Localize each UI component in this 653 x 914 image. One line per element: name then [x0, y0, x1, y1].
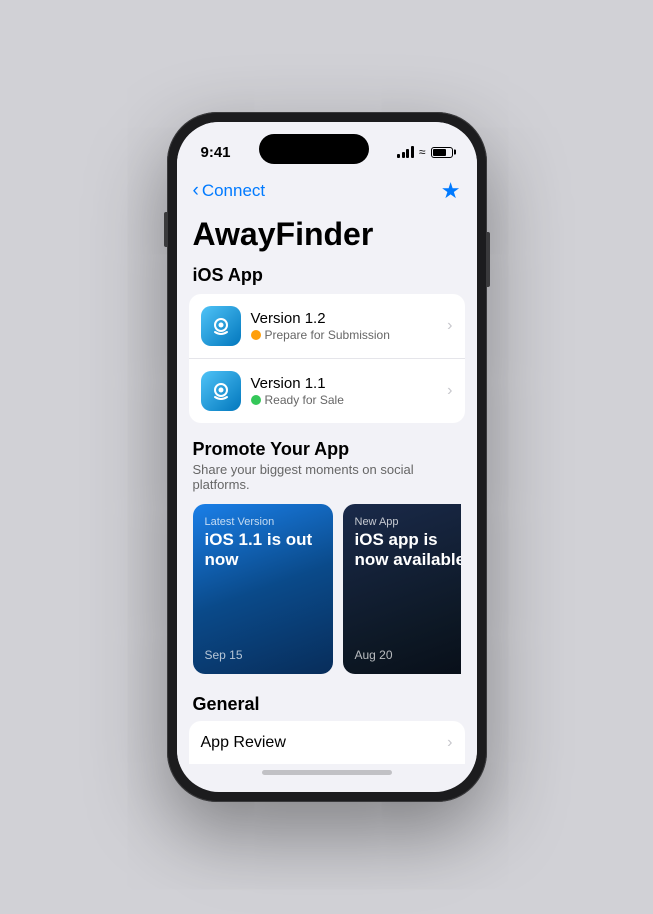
general-item-app-review[interactable]: App Review › [189, 721, 465, 764]
general-label: General [177, 686, 477, 721]
ios-section-label: iOS App [177, 261, 477, 294]
version-info-12: Version 1.2 Prepare for Submission [251, 310, 438, 342]
app-icon-11 [201, 371, 241, 411]
version-status-11: Ready for Sale [251, 393, 438, 407]
back-label: Connect [202, 181, 265, 201]
promote-card-new[interactable]: New App iOS app is now available Aug 20 [343, 504, 461, 674]
status-time: 9:41 [201, 144, 231, 161]
version-status-12: Prepare for Submission [251, 328, 438, 342]
status-bar: 9:41 ≈ [177, 122, 477, 174]
promote-subtitle: Share your biggest moments on social pla… [193, 462, 461, 492]
screen-content[interactable]: ‹ Connect ★ AwayFinder iOS App [177, 174, 477, 764]
version-status-text-12: Prepare for Submission [265, 328, 390, 342]
version-card-11[interactable]: Version 1.1 Ready for Sale › [189, 359, 465, 423]
version-cards: Version 1.2 Prepare for Submission › [189, 294, 465, 423]
general-item-label-app-review: App Review [201, 734, 448, 752]
signal-icon [397, 146, 414, 158]
chevron-right-review: › [447, 734, 452, 752]
version-name-12: Version 1.2 [251, 310, 438, 327]
wifi-icon: ≈ [419, 145, 426, 159]
promote-section: Promote Your App Share your biggest mome… [177, 439, 477, 686]
dynamic-island [259, 134, 369, 164]
promote-card-date-1: Sep 15 [205, 648, 321, 662]
phone-frame: 9:41 ≈ ‹ Connect [167, 112, 487, 802]
app-icon-12 [201, 306, 241, 346]
battery-icon [431, 147, 453, 158]
chevron-right-icon-2: › [447, 382, 452, 400]
status-icons: ≈ [397, 145, 452, 159]
app-title: AwayFinder [177, 212, 477, 261]
promote-cards: Latest Version iOS 1.1 is out now Sep 15… [193, 504, 461, 674]
general-items: App Review › App Information › Ratings a… [189, 721, 465, 764]
version-status-text-11: Ready for Sale [265, 393, 344, 407]
promote-card-date-2: Aug 20 [355, 648, 461, 662]
star-button[interactable]: ★ [441, 178, 461, 204]
promote-title: Promote Your App [193, 439, 461, 460]
promote-card-tag-2: New App [355, 516, 461, 528]
promote-card-title-2: iOS app is now available [355, 530, 461, 571]
phone-screen: 9:41 ≈ ‹ Connect [177, 122, 477, 792]
chevron-right-icon: › [447, 317, 452, 335]
back-button[interactable]: ‹ Connect [193, 181, 266, 201]
status-dot-green [251, 395, 261, 405]
promote-card-latest[interactable]: Latest Version iOS 1.1 is out now Sep 15 [193, 504, 333, 674]
promote-card-title-1: iOS 1.1 is out now [205, 530, 321, 571]
chevron-left-icon: ‹ [193, 181, 199, 200]
promote-card-tag-1: Latest Version [205, 516, 321, 528]
general-section: General App Review › App Information › R… [177, 686, 477, 764]
version-name-11: Version 1.1 [251, 375, 438, 392]
nav-bar: ‹ Connect ★ [177, 174, 477, 212]
home-indicator [262, 770, 392, 775]
version-info-11: Version 1.1 Ready for Sale [251, 375, 438, 407]
status-dot-yellow [251, 330, 261, 340]
version-card-12[interactable]: Version 1.2 Prepare for Submission › [189, 294, 465, 359]
